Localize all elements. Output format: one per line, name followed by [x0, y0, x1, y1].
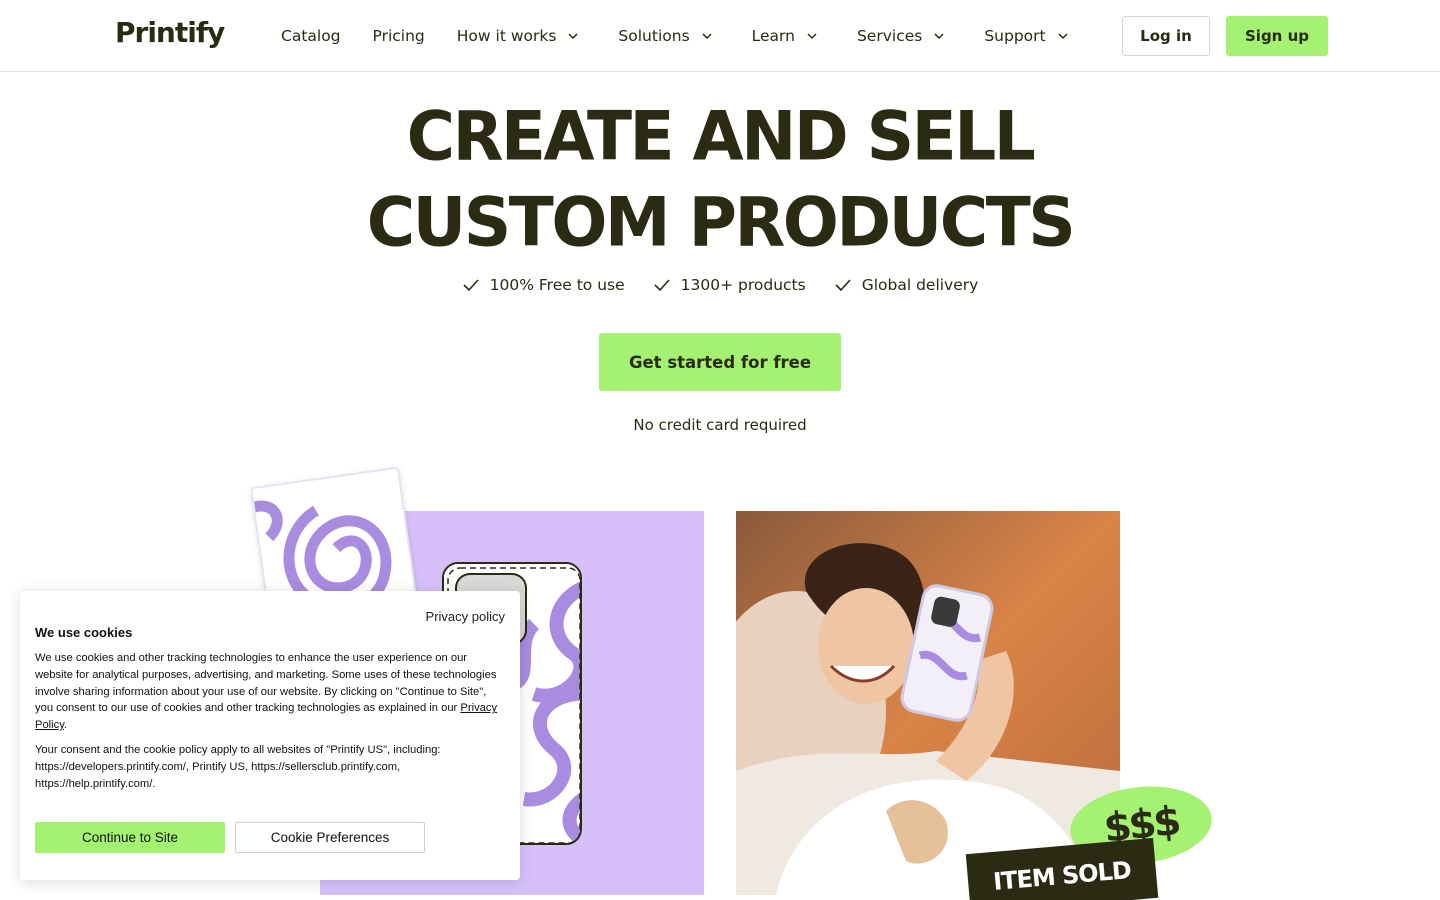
- nav-learn[interactable]: Learn: [752, 27, 819, 45]
- cookie-description: We use cookies and other tracking techno…: [35, 650, 505, 734]
- chevron-down-icon: [1058, 33, 1068, 40]
- chevron-down-icon: [702, 33, 712, 40]
- hero-title-line-2: CUSTOM PRODUCTS: [366, 183, 1076, 262]
- nav-services[interactable]: Services: [857, 27, 946, 45]
- hero-title: CREATE AND SELL CUSTOM PRODUCTS: [0, 94, 1440, 265]
- cookie-description-end: .: [64, 719, 68, 732]
- nav-how-it-works-label: How it works: [456, 27, 557, 45]
- nav-catalog[interactable]: Catalog: [281, 27, 341, 45]
- nav-pricing-label: Pricing: [372, 27, 425, 45]
- nav-catalog-label: Catalog: [281, 27, 341, 45]
- cookie-title: We use cookies: [35, 625, 133, 640]
- chevron-down-icon: [807, 33, 817, 40]
- nav-how-it-works[interactable]: How it works: [457, 27, 581, 45]
- nav-pricing[interactable]: Pricing: [373, 27, 425, 45]
- woman-with-phone-image: [736, 511, 1120, 895]
- cookie-consent-banner: Privacy policy We use cookies We use coo…: [20, 591, 520, 880]
- printify-logo[interactable]: Printify: [115, 16, 225, 49]
- nav-solutions-label: Solutions: [618, 27, 690, 45]
- nav-services-label: Services: [856, 27, 923, 45]
- main-nav: Catalog Pricing How it works Solutions L…: [281, 0, 1108, 72]
- check-icon: [835, 279, 851, 292]
- feature-item: 100% Free to use: [462, 276, 625, 294]
- chevron-down-icon: [568, 33, 578, 40]
- check-icon: [654, 279, 670, 292]
- nav-solutions[interactable]: Solutions: [618, 27, 713, 45]
- no-credit-card-note: No credit card required: [633, 416, 807, 434]
- cookie-scope-text: Your consent and the cookie policy apply…: [35, 744, 441, 790]
- check-icon: [463, 279, 479, 292]
- site-header: Printify Catalog Pricing How it works So…: [0, 0, 1440, 72]
- nav-support-label: Support: [984, 27, 1046, 45]
- lifestyle-photo: [736, 511, 1120, 895]
- login-button[interactable]: Log in: [1122, 16, 1210, 56]
- nav-support[interactable]: Support: [984, 27, 1069, 45]
- continue-to-site-button[interactable]: Continue to Site: [35, 822, 225, 853]
- feature-list: 100% Free to use 1300+ products Global d…: [0, 276, 1440, 294]
- feature-label: 100% Free to use: [489, 276, 625, 294]
- hero-title-line-1: CREATE AND SELL: [406, 97, 1036, 176]
- cookie-description-text: We use cookies and other tracking techno…: [35, 652, 497, 715]
- cookie-privacy-policy-link[interactable]: Privacy policy: [426, 609, 505, 624]
- cookie-preferences-button[interactable]: Cookie Preferences: [235, 822, 425, 853]
- get-started-button[interactable]: Get started for free: [599, 333, 841, 391]
- nav-learn-label: Learn: [751, 27, 795, 45]
- chevron-down-icon: [934, 33, 944, 40]
- feature-item: Global delivery: [834, 276, 979, 294]
- feature-label: 1300+ products: [680, 276, 806, 294]
- feature-label: Global delivery: [861, 276, 979, 294]
- signup-button[interactable]: Sign up: [1226, 16, 1328, 56]
- feature-item: 1300+ products: [653, 276, 806, 294]
